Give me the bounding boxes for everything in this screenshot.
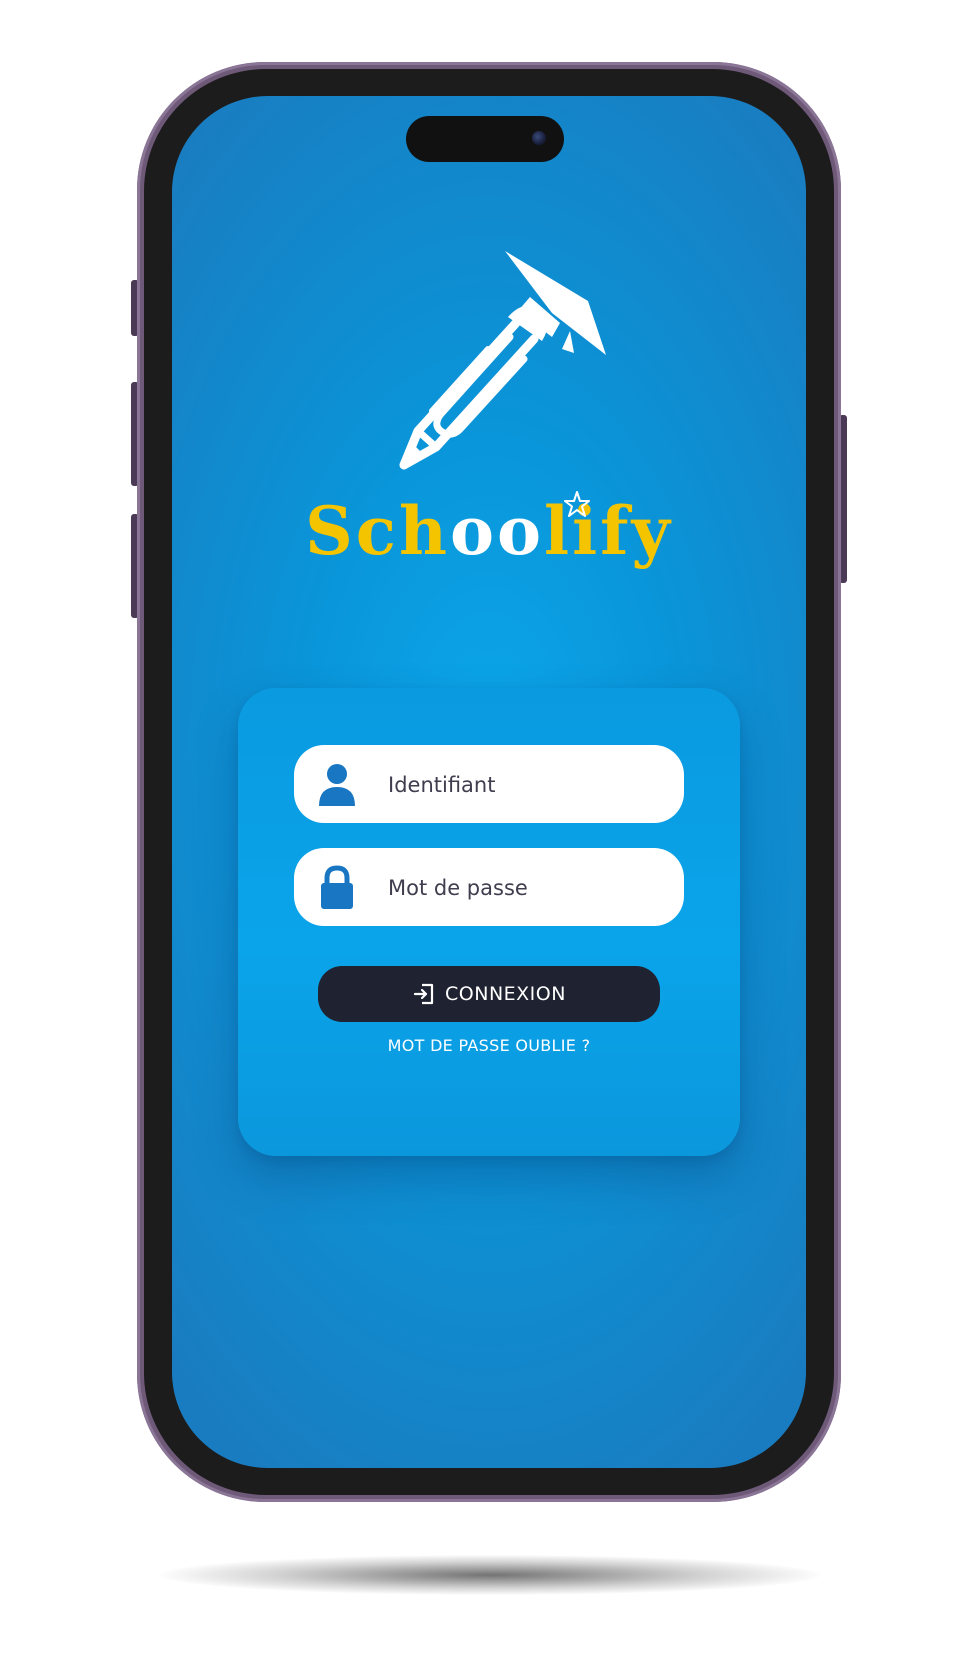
star-icon [564,491,590,517]
login-card: CONNEXION MOT DE PASSE OUBLIE ? [238,688,740,1156]
password-input[interactable] [386,868,670,908]
app-logo-text: Schoolify [172,491,806,571]
login-button[interactable]: CONNEXION [318,966,660,1022]
camera-icon [532,131,546,145]
forgot-password-link[interactable]: MOT DE PASSE OUBLIE ? [238,1036,740,1055]
login-button-label: CONNEXION [445,983,566,1005]
username-field[interactable] [294,745,684,823]
logo-text-part1: Sch [305,492,450,570]
logo-text-part2: oo [449,492,544,570]
username-input[interactable] [386,765,670,805]
dynamic-island [406,116,564,162]
password-field[interactable] [294,848,684,926]
pencil-graduation-cap-icon [399,251,606,470]
phone-screen: Schoolify CONNEXION MOT DE PAS [172,96,806,1468]
lock-icon [321,865,353,909]
phone-shadow [160,1555,820,1595]
user-icon [319,764,355,806]
login-icon [413,983,434,1005]
